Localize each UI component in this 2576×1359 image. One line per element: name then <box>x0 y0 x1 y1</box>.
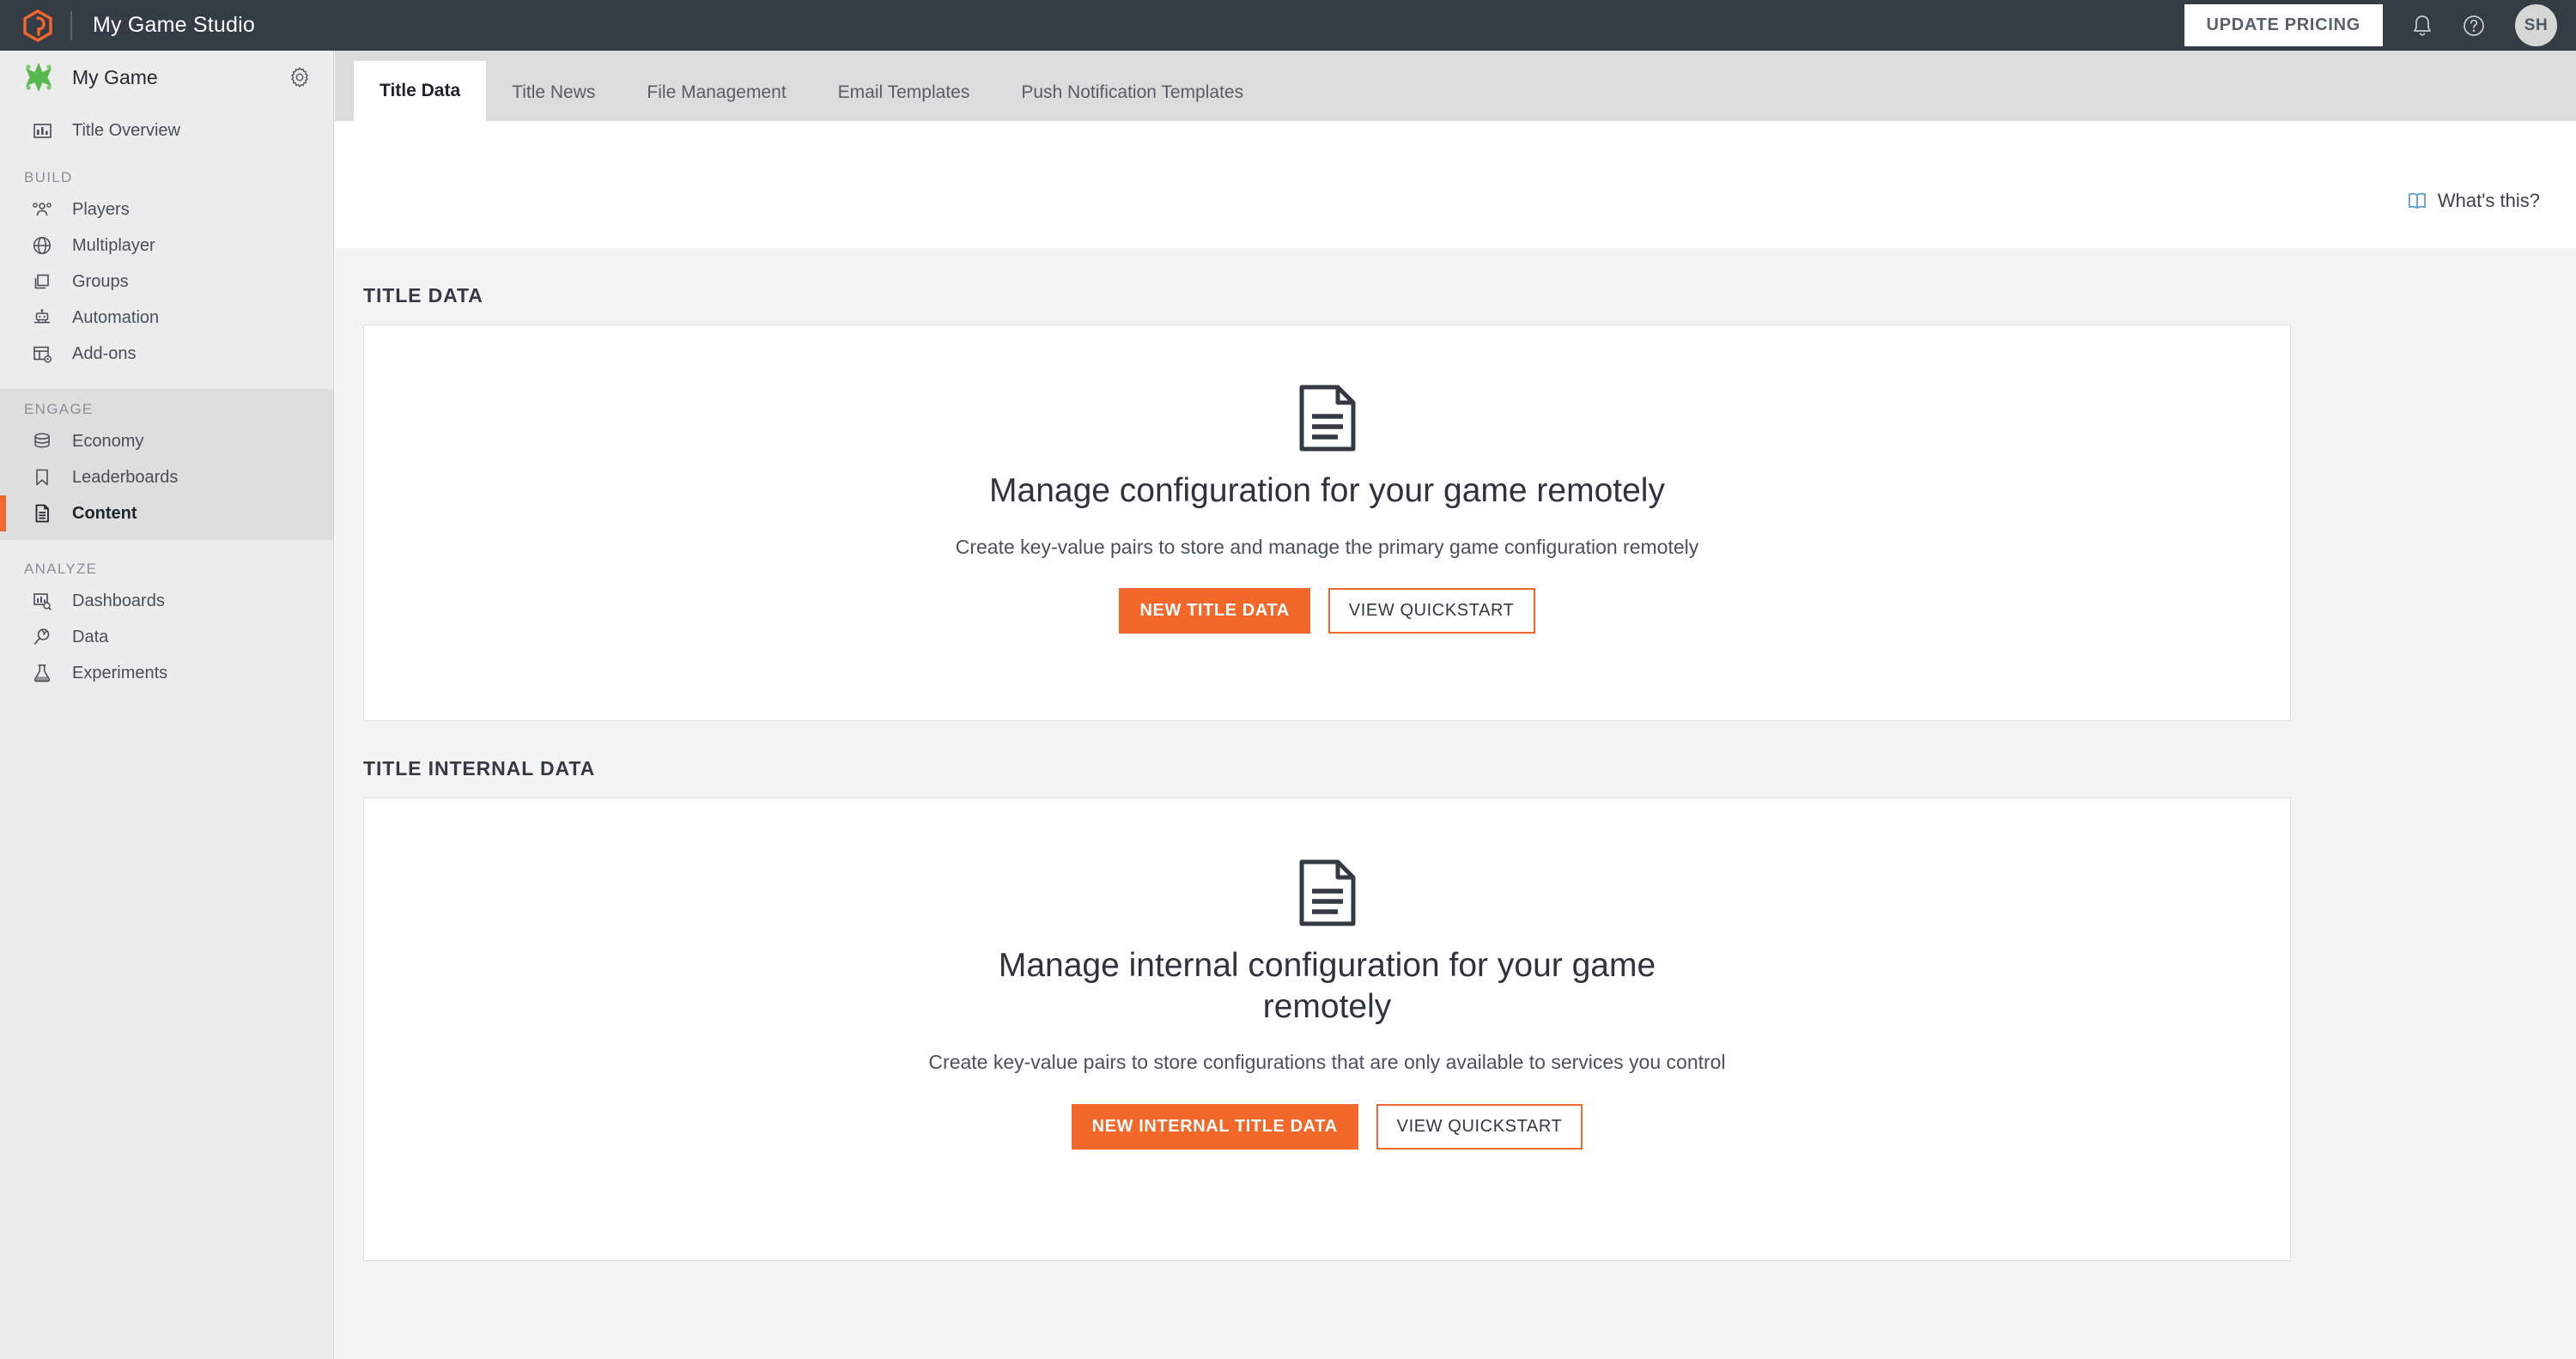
game-selector[interactable]: My Game <box>0 51 333 104</box>
sidebar-group-title: ENGAGE <box>24 401 94 417</box>
book-icon <box>2407 191 2427 210</box>
empty-state-actions: NEW TITLE DATA VIEW QUICKSTART <box>1119 588 1535 634</box>
sidebar-item-label: Add-ons <box>72 343 137 363</box>
sidebar-item-label: Dashboards <box>72 591 165 610</box>
sidebar-item-multiplayer[interactable]: Multiplayer <box>0 228 333 264</box>
tab-file-management[interactable]: File Management <box>621 64 811 121</box>
sidebar-item-automation[interactable]: Automation <box>0 300 333 336</box>
sidebar-item-experiments[interactable]: Experiments <box>0 655 333 691</box>
plug-icon <box>31 626 53 648</box>
empty-state-description: Create key-value pairs to store configur… <box>928 1051 1726 1074</box>
flask-icon <box>31 662 53 684</box>
update-pricing-button[interactable]: UPDATE PRICING <box>2184 4 2383 46</box>
title-data-empty-state-card: Manage configuration for your game remot… <box>363 325 2291 721</box>
sidebar-item-content[interactable]: Content <box>0 495 333 531</box>
sidebar-item-players[interactable]: Players <box>0 191 333 228</box>
tab-title-news[interactable]: Title News <box>486 64 621 121</box>
sidebar-item-label: Economy <box>72 431 144 451</box>
sidebar-item-label: Title Overview <box>72 120 180 140</box>
sidebar-item-dashboards[interactable]: Dashboards <box>0 583 333 619</box>
hexagon-logo-icon[interactable] <box>21 9 55 43</box>
sidebar-group-title: BUILD <box>24 169 73 185</box>
document-icon <box>31 502 53 525</box>
whats-this-link[interactable]: What's this? <box>2407 190 2540 212</box>
coins-stack-icon <box>31 430 53 452</box>
sidebar-group-analyze: ANALYZE Dashboards Data Experiments <box>0 549 333 700</box>
sidebar-item-data[interactable]: Data <box>0 619 333 655</box>
robot-icon <box>31 306 53 329</box>
sidebar: My Game Title Overview BUILD Players Mul… <box>0 51 334 1359</box>
document-icon <box>1297 858 1358 931</box>
layers-icon <box>31 270 53 293</box>
sidebar-item-label: Experiments <box>72 663 168 683</box>
sidebar-item-add-ons[interactable]: Add-ons <box>0 336 333 372</box>
new-title-data-button[interactable]: NEW TITLE DATA <box>1119 588 1310 634</box>
main-content: TITLE DATA Manage configuration for your… <box>335 248 2576 1359</box>
avatar[interactable]: SH <box>2515 4 2557 46</box>
addons-icon <box>31 343 53 365</box>
section-title-title-internal-data: TITLE INTERNAL DATA <box>363 757 596 780</box>
top-header-bar: My Game Studio UPDATE PRICING SH <box>0 0 2576 51</box>
empty-state-heading: Manage configuration for your game remot… <box>989 472 1665 509</box>
sidebar-group-engage: ENGAGE Economy Leaderboards Content <box>0 389 333 540</box>
whats-this-label: What's this? <box>2437 190 2540 211</box>
bookmark-icon <box>31 466 53 488</box>
sidebar-item-title-overview[interactable]: Title Overview <box>0 112 333 149</box>
sidebar-item-label: Data <box>72 627 109 646</box>
studio-title: My Game Studio <box>93 13 255 37</box>
sidebar-group-build: BUILD Players Multiplayer Groups Automat… <box>0 157 333 380</box>
sidebar-item-label: Players <box>72 199 130 219</box>
tab-bar: Title Data Title News File Management Em… <box>335 51 2576 121</box>
game-name-label: My Game <box>72 65 158 88</box>
tab-email-templates[interactable]: Email Templates <box>812 64 996 121</box>
sidebar-item-leaderboards[interactable]: Leaderboards <box>0 459 333 495</box>
header-divider <box>70 10 72 40</box>
header-actions: UPDATE PRICING SH <box>2184 4 2557 46</box>
empty-state-heading: Manage internal configuration for your g… <box>998 947 1656 1025</box>
people-icon <box>31 198 53 221</box>
sidebar-item-label: Multiplayer <box>72 235 155 255</box>
globe-icon <box>31 234 53 257</box>
sidebar-item-label: Content <box>72 503 137 523</box>
sidebar-item-label: Groups <box>72 271 129 291</box>
view-quickstart-button[interactable]: VIEW QUICKSTART <box>1327 588 1535 634</box>
gear-icon[interactable] <box>289 66 311 88</box>
sidebar-group-title: ANALYZE <box>24 561 98 577</box>
dashboard-search-icon <box>31 590 53 612</box>
bell-icon[interactable] <box>2411 14 2433 38</box>
sidebar-item-label: Leaderboards <box>72 467 179 487</box>
section-title-title-data: TITLE DATA <box>363 284 483 306</box>
view-quickstart-button[interactable]: VIEW QUICKSTART <box>1376 1103 1583 1150</box>
green-star-game-icon <box>22 61 55 94</box>
document-icon <box>1297 384 1358 457</box>
title-internal-data-empty-state-card: Manage internal configuration for your g… <box>363 798 2291 1261</box>
sidebar-item-economy[interactable]: Economy <box>0 423 333 459</box>
sidebar-item-groups[interactable]: Groups <box>0 264 333 300</box>
tab-panel-header: What's this? <box>335 121 2576 248</box>
empty-state-actions: NEW INTERNAL TITLE DATA VIEW QUICKSTART <box>1071 1103 1583 1150</box>
sidebar-item-label: Automation <box>72 307 160 327</box>
tab-title-data[interactable]: Title Data <box>354 61 487 121</box>
tab-push-notification-templates[interactable]: Push Notification Templates <box>995 64 1269 121</box>
new-internal-title-data-button[interactable]: NEW INTERNAL TITLE DATA <box>1071 1103 1358 1150</box>
empty-state-description: Create key-value pairs to store and mana… <box>955 535 1699 558</box>
question-circle-icon[interactable] <box>2462 14 2486 38</box>
bar-chart-icon <box>31 119 53 142</box>
